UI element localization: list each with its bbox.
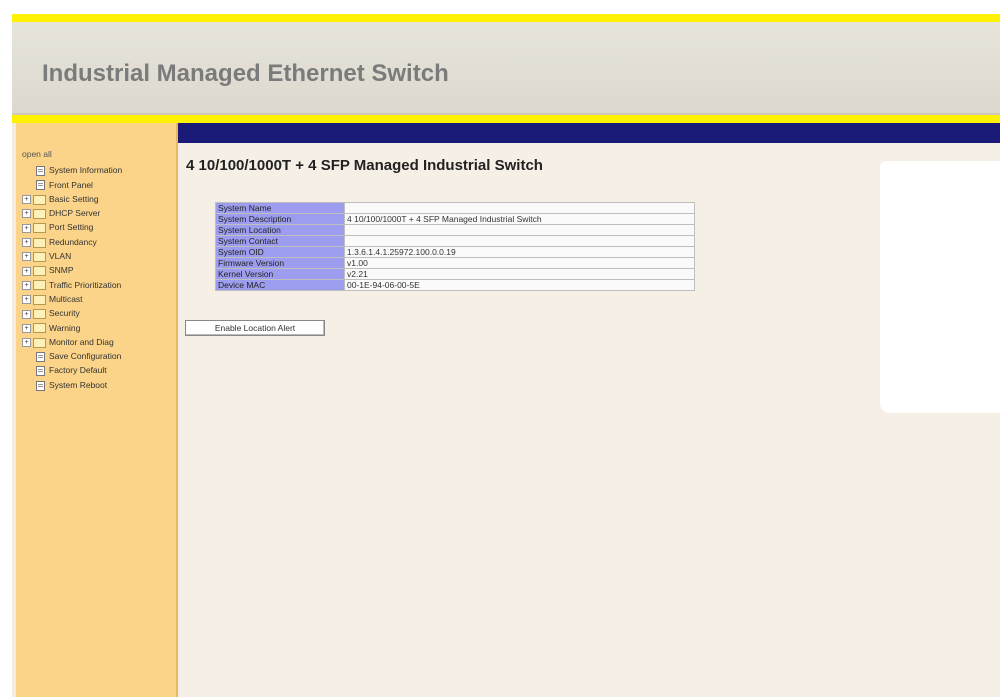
sidebar-item-redundancy[interactable]: + Redundancy	[22, 235, 122, 249]
folder-icon	[33, 323, 46, 334]
sidebar-item-dhcp-server[interactable]: + DHCP Server	[22, 206, 122, 220]
sidebar-item-factory-default[interactable]: Factory Default	[22, 363, 122, 377]
table-row: System Name	[215, 202, 695, 214]
open-all-link[interactable]: open all	[22, 147, 122, 161]
expand-icon[interactable]: +	[22, 252, 31, 262]
top-accent-bar	[12, 14, 1000, 22]
sidebar-item-warning[interactable]: + Warning	[22, 321, 122, 335]
expand-icon[interactable]: +	[22, 309, 31, 319]
row-value: v1.00	[344, 257, 695, 269]
page-frame: Industrial Managed Ethernet Switch open …	[12, 14, 1000, 697]
row-label: System Contact	[215, 235, 345, 247]
row-label: System Description	[215, 213, 345, 225]
table-row: Device MAC 00-1E-94-06-00-5E	[215, 279, 695, 291]
app-title: Industrial Managed Ethernet Switch	[42, 60, 449, 87]
system-info-table: System Name System Description 4 10/100/…	[215, 202, 695, 291]
table-row: Firmware Version v1.00	[215, 257, 695, 269]
page-icon	[36, 180, 45, 191]
page-title: 4 10/100/1000T + 4 SFP Managed Industria…	[186, 157, 543, 174]
sidebar-item-basic-setting[interactable]: + Basic Setting	[22, 192, 122, 206]
row-label: Firmware Version	[215, 257, 345, 269]
header-accent-bar	[12, 115, 1000, 123]
table-row: System Location	[215, 224, 695, 236]
row-value	[344, 235, 695, 247]
sidebar-item-vlan[interactable]: + VLAN	[22, 249, 122, 263]
header-banner: Industrial Managed Ethernet Switch	[12, 22, 1000, 115]
sidebar-item-snmp[interactable]: + SNMP	[22, 263, 122, 277]
folder-icon	[33, 251, 46, 262]
expand-icon[interactable]: +	[22, 338, 31, 348]
row-value: v2.21	[344, 268, 695, 280]
blank-area	[880, 161, 1000, 413]
expand-icon[interactable]: +	[22, 209, 31, 219]
content-top-bar	[178, 123, 1000, 143]
sidebar: open all System Information Front Panel …	[16, 123, 178, 697]
table-row: Kernel Version v2.21	[215, 268, 695, 280]
row-value: 1.3.6.1.4.1.25972.100.0.0.19	[344, 246, 695, 258]
sidebar-item-save-configuration[interactable]: Save Configuration	[22, 349, 122, 363]
folder-icon	[33, 280, 46, 291]
expand-icon[interactable]: +	[22, 223, 31, 233]
sidebar-item-system-information[interactable]: System Information	[22, 163, 122, 177]
folder-icon	[33, 294, 46, 305]
row-value	[344, 202, 695, 214]
row-label: Device MAC	[215, 279, 345, 291]
folder-icon	[33, 309, 46, 320]
main-content: 4 10/100/1000T + 4 SFP Managed Industria…	[178, 143, 1000, 697]
expand-icon[interactable]: +	[22, 295, 31, 305]
page-icon	[36, 366, 45, 377]
enable-location-alert-button[interactable]: Enable Location Alert	[185, 320, 325, 336]
page-icon	[36, 351, 45, 362]
folder-icon	[33, 194, 46, 205]
sidebar-item-front-panel[interactable]: Front Panel	[22, 178, 122, 192]
expand-icon[interactable]: +	[22, 323, 31, 333]
sidebar-item-monitor-and-diag[interactable]: + Monitor and Diag	[22, 335, 122, 349]
row-label: System Location	[215, 224, 345, 236]
sidebar-item-traffic-prioritization[interactable]: + Traffic Prioritization	[22, 278, 122, 292]
row-label: Kernel Version	[215, 268, 345, 280]
table-row: System Description 4 10/100/1000T + 4 SF…	[215, 213, 695, 225]
row-value: 00-1E-94-06-00-5E	[344, 279, 695, 291]
row-value	[344, 224, 695, 236]
nav-tree: open all System Information Front Panel …	[22, 147, 122, 392]
expand-icon[interactable]: +	[22, 195, 31, 205]
row-value: 4 10/100/1000T + 4 SFP Managed Industria…	[344, 213, 695, 225]
page-icon	[36, 380, 45, 391]
page-icon	[36, 166, 45, 177]
sidebar-item-system-reboot[interactable]: System Reboot	[22, 378, 122, 392]
folder-icon	[33, 223, 46, 234]
sidebar-item-port-setting[interactable]: + Port Setting	[22, 220, 122, 234]
table-row: System OID 1.3.6.1.4.1.25972.100.0.0.19	[215, 246, 695, 258]
table-row: System Contact	[215, 235, 695, 247]
sidebar-item-multicast[interactable]: + Multicast	[22, 292, 122, 306]
expand-icon[interactable]: +	[22, 266, 31, 276]
sidebar-item-security[interactable]: + Security	[22, 306, 122, 320]
folder-icon	[33, 237, 46, 248]
row-label: System Name	[215, 202, 345, 214]
row-label: System OID	[215, 246, 345, 258]
folder-icon	[33, 337, 46, 348]
folder-icon	[33, 266, 46, 277]
expand-icon[interactable]: +	[22, 238, 31, 248]
expand-icon[interactable]: +	[22, 280, 31, 290]
folder-icon	[33, 208, 46, 219]
